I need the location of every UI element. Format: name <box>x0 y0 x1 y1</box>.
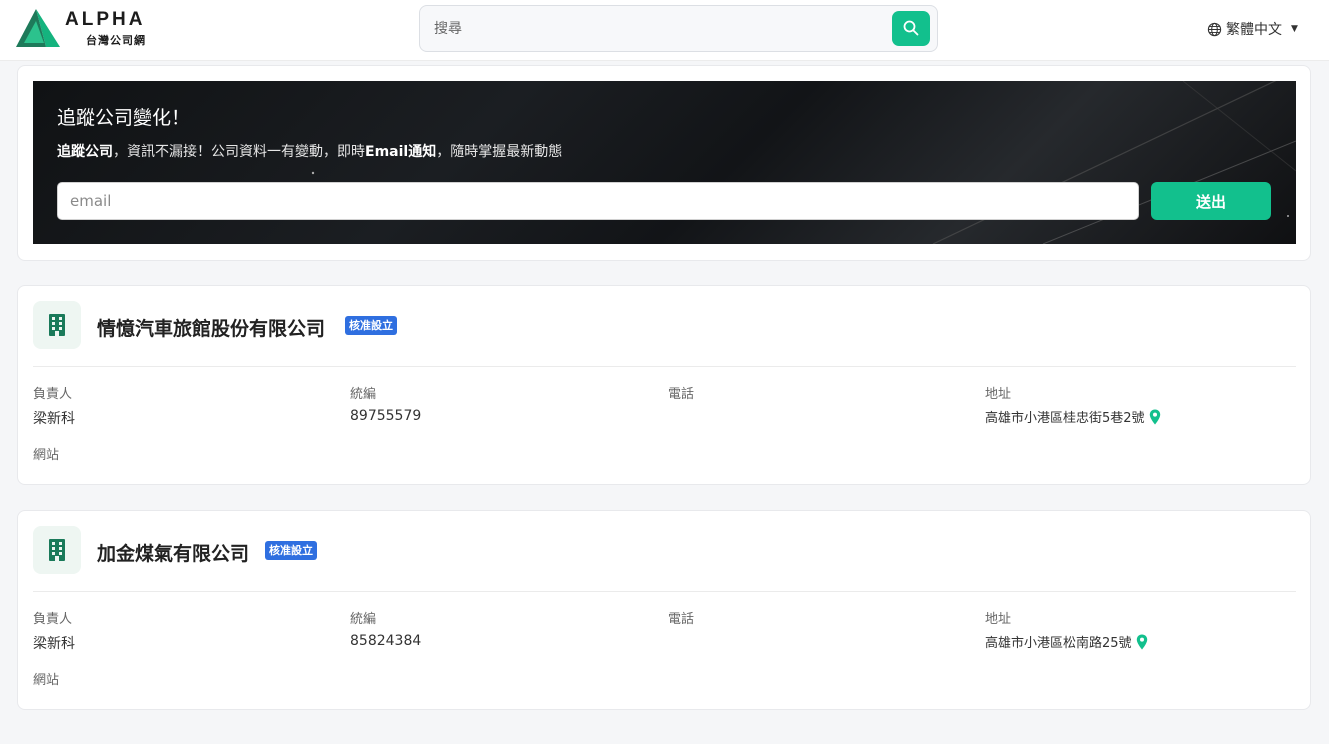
search-button[interactable] <box>892 11 930 46</box>
company-name[interactable]: 情憶汽車旅館股份有限公司 <box>97 314 325 341</box>
address-label: 地址 <box>985 387 1012 402</box>
tracking-subtitle-text-2: ，隨時掌握最新動態 <box>436 144 563 160</box>
tax-id-value: 89755579 <box>350 408 422 424</box>
search-bar <box>419 5 938 52</box>
divider <box>33 591 1296 592</box>
divider <box>33 366 1296 367</box>
address-row: 高雄市小港區桂忠街5巷2號 <box>985 407 1161 426</box>
tracking-subtitle: 追蹤公司，資訊不漏接！公司資料一有變動，即時Email通知，隨時掌握最新動態 <box>57 141 562 161</box>
search-icon <box>903 20 919 36</box>
tax-id-value: 85824384 <box>350 633 422 649</box>
tracking-banner: 追蹤公司變化！ 追蹤公司，資訊不漏接！公司資料一有變動，即時Email通知，隨時… <box>33 81 1296 244</box>
map-pin-icon[interactable] <box>1136 634 1148 650</box>
company-card[interactable]: 加金煤氣有限公司 核准設立 負責人 梁新科 統編 85824384 電話 地址 … <box>17 510 1311 710</box>
tracking-card: 追蹤公司變化！ 追蹤公司，資訊不漏接！公司資料一有變動，即時Email通知，隨時… <box>17 65 1311 261</box>
company-card[interactable]: 情憶汽車旅館股份有限公司 核准設立 負責人 梁新科 統編 89755579 電話… <box>17 285 1311 485</box>
company-icon-box <box>33 301 81 349</box>
tracking-subtitle-text-1: ，資訊不漏接！公司資料一有變動，即時 <box>113 144 365 160</box>
submit-button[interactable]: 送出 <box>1151 182 1271 220</box>
logo-mark-icon <box>16 9 60 47</box>
tax-id-label: 統編 <box>350 612 377 627</box>
company-icon-box <box>33 526 81 574</box>
company-name[interactable]: 加金煤氣有限公司 <box>97 539 249 566</box>
phone-label: 電話 <box>668 612 695 627</box>
status-badge: 核准設立 <box>265 541 317 560</box>
top-header: ALPHA 台灣公司網 繁體中文 ▼ <box>0 0 1329 61</box>
owner-value: 梁新科 <box>33 636 75 652</box>
owner-label: 負責人 <box>33 387 73 402</box>
status-badge: 核准設立 <box>345 316 397 335</box>
globe-icon <box>1207 22 1222 36</box>
address-value: 高雄市小港區桂忠街5巷2號 <box>985 411 1145 426</box>
address-value: 高雄市小港區松南路25號 <box>985 636 1132 651</box>
logo-text: ALPHA <box>65 9 146 30</box>
tax-id-label: 統編 <box>350 387 377 402</box>
owner-value: 梁新科 <box>33 411 75 427</box>
email-field[interactable] <box>57 182 1139 220</box>
building-icon <box>49 314 65 336</box>
language-selector[interactable]: 繁體中文 ▼ <box>1207 19 1298 39</box>
tracking-title: 追蹤公司變化！ <box>57 107 191 129</box>
tracking-subtitle-bold-1: 追蹤公司 <box>57 144 113 160</box>
map-pin-icon[interactable] <box>1149 409 1161 425</box>
address-label: 地址 <box>985 612 1012 627</box>
chevron-down-icon: ▼ <box>1291 24 1298 34</box>
search-input[interactable] <box>434 18 874 40</box>
address-row: 高雄市小港區松南路25號 <box>985 632 1148 651</box>
phone-label: 電話 <box>668 387 695 402</box>
website-label: 網站 <box>33 448 60 463</box>
owner-label: 負責人 <box>33 612 73 627</box>
language-label: 繁體中文 <box>1226 22 1282 38</box>
site-logo[interactable]: ALPHA 台灣公司網 <box>16 9 166 49</box>
tracking-subtitle-bold-2: Email通知 <box>365 144 437 160</box>
building-icon <box>49 539 65 561</box>
website-label: 網站 <box>33 673 60 688</box>
logo-subtext: 台灣公司網 <box>86 34 146 47</box>
